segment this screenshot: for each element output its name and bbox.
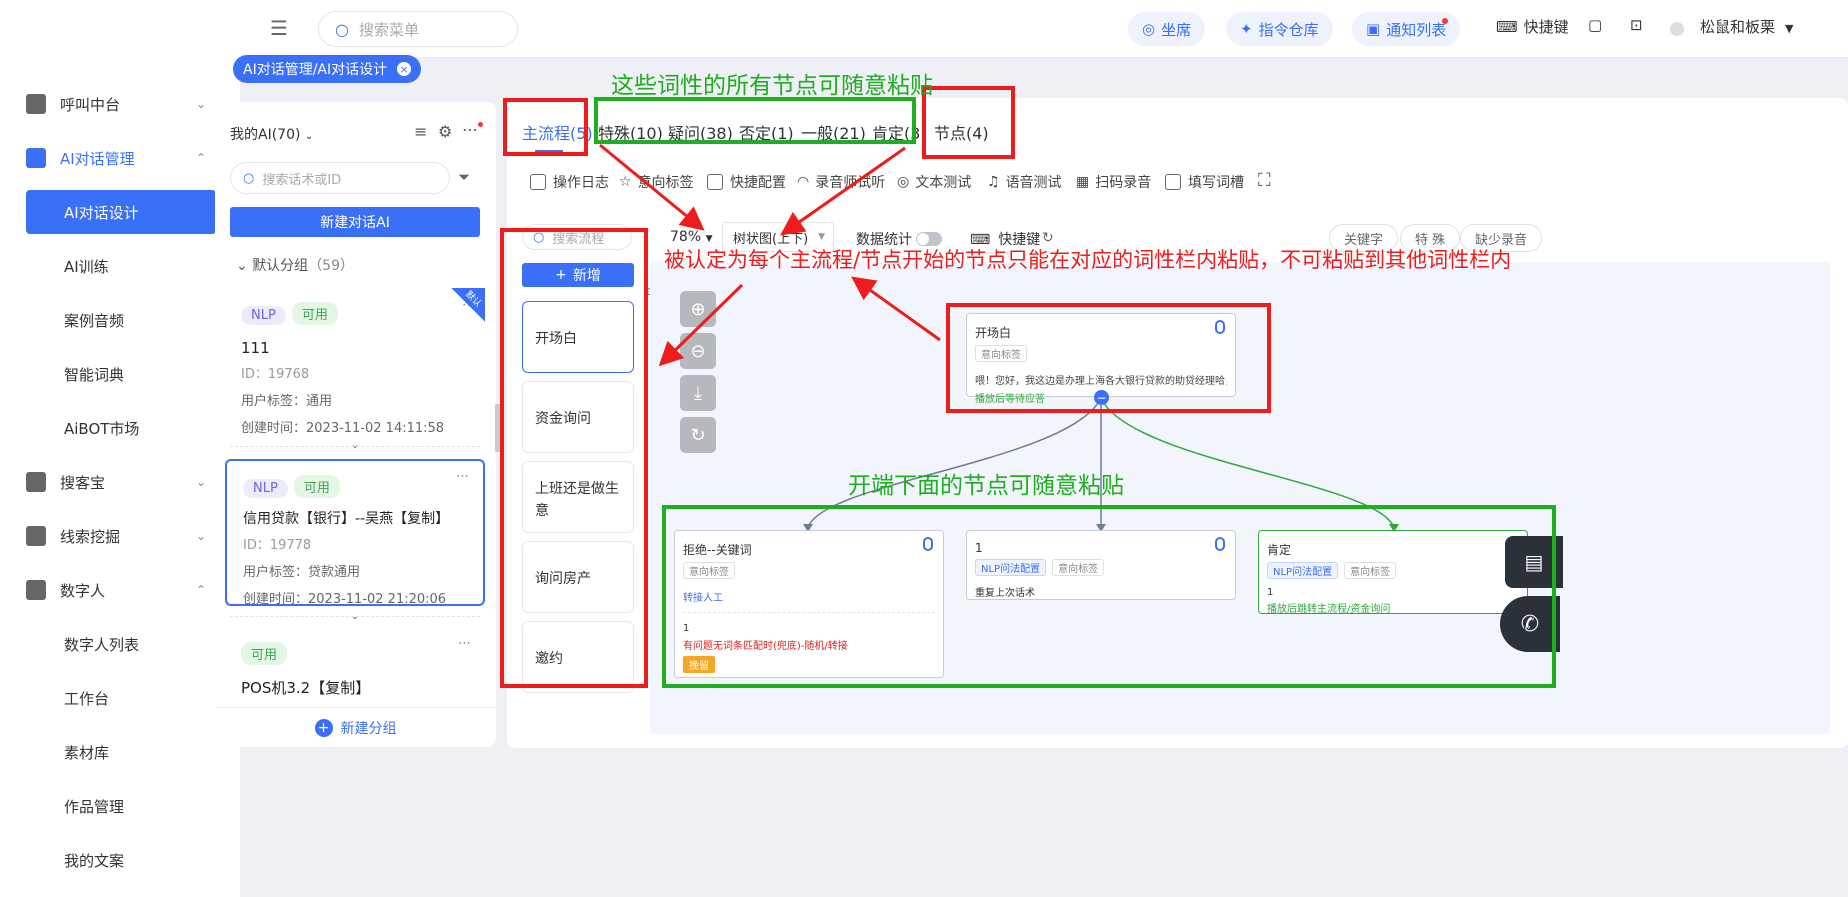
annotation-arrows <box>599 143 941 367</box>
